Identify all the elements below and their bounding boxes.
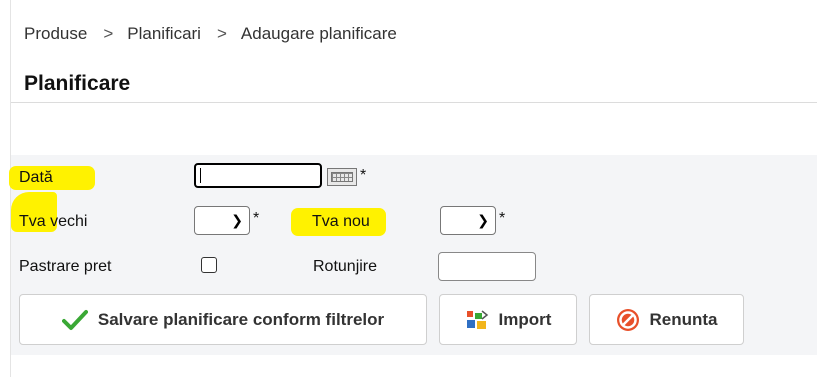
cancel-label: Renunta: [649, 309, 718, 329]
rotunjire-input[interactable]: [438, 252, 536, 281]
breadcrumb-item-planificari[interactable]: Planificari: [127, 24, 201, 44]
cancel-icon: [616, 308, 640, 332]
breadcrumb-separator: >: [216, 24, 227, 43]
breadcrumb: Produse > Planificari > Adaugare planifi…: [24, 24, 397, 44]
breadcrumb-item-produse[interactable]: Produse: [24, 24, 87, 44]
breadcrumb-separator: >: [103, 24, 114, 43]
breadcrumb-item-current: Adaugare planificare: [240, 24, 397, 43]
pastrare-pret-checkbox[interactable]: [201, 257, 217, 273]
pastrare-pret-label: Pastrare pret: [19, 258, 112, 275]
chevron-down-icon: ❯: [231, 212, 243, 228]
import-label: Import: [498, 309, 552, 329]
date-label: Dată: [19, 169, 53, 186]
date-input[interactable]: [194, 163, 322, 188]
import-icon: [465, 309, 489, 331]
title-divider: [11, 102, 817, 103]
page-title: Planificare: [24, 72, 131, 95]
date-required-mark: *: [360, 167, 367, 184]
tva-vechi-required-mark: *: [253, 210, 260, 227]
tva-nou-required-mark: *: [499, 210, 506, 227]
tva-vechi-label: Tva vechi: [19, 213, 88, 230]
checkmark-icon: [61, 309, 88, 331]
save-planning-button[interactable]: Salvare planificare conform filtrelor: [19, 294, 427, 345]
save-planning-label: Salvare planificare conform filtrelor: [97, 309, 385, 329]
tva-nou-select[interactable]: ❯: [440, 206, 496, 235]
text-caret: [200, 168, 201, 183]
chevron-down-icon: ❯: [477, 212, 489, 228]
tva-nou-label: Tva nou: [312, 213, 370, 230]
rotunjire-label: Rotunjire: [313, 258, 378, 275]
cancel-button[interactable]: Renunta: [589, 294, 744, 345]
import-button[interactable]: Import: [439, 294, 577, 345]
tva-vechi-select[interactable]: ❯: [194, 206, 250, 235]
calendar-icon[interactable]: [327, 168, 357, 186]
